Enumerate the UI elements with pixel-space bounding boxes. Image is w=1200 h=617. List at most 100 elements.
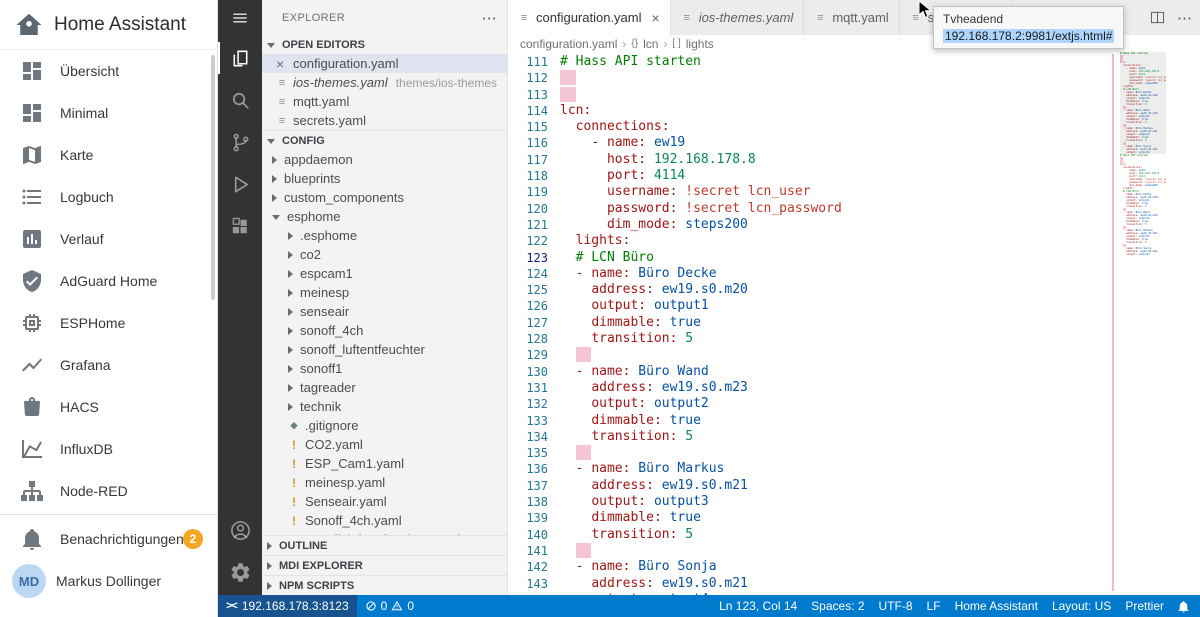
source-control-icon[interactable]: [218, 121, 262, 163]
code-text: output: output3: [591, 494, 709, 510]
tree-item-senseair.yaml[interactable]: ! Senseair.yaml: [262, 492, 507, 511]
status-home-assistant[interactable]: Home Assistant: [948, 599, 1045, 613]
code-text: transition: 5: [591, 428, 694, 444]
section-npm-scripts[interactable]: NPM SCRIPTS: [262, 575, 507, 595]
tree-item-meinesp[interactable]: meinesp: [262, 283, 507, 302]
minimap-slider[interactable]: [1120, 52, 1166, 154]
breadcrumb-item-lights[interactable]: lights: [686, 37, 714, 51]
tree-item-esphome[interactable]: esphome: [262, 207, 507, 226]
sidebar-item-logbuch[interactable]: Logbuch: [0, 176, 217, 218]
files-icon[interactable]: [218, 37, 262, 79]
section-label: NPM SCRIPTS: [279, 579, 355, 592]
tree-item-sonoff-4ch[interactable]: sonoff_4ch: [262, 321, 507, 340]
tree-item-label: sonoff_luftentfeuchter: [300, 342, 425, 357]
open-editors-header[interactable]: OPEN EDITORS: [262, 35, 507, 54]
status-layout-us[interactable]: Layout: US: [1045, 599, 1118, 613]
notifications-bell-icon[interactable]: [1171, 600, 1200, 613]
close-icon[interactable]: ×: [652, 10, 660, 26]
tree-item-appdaemon[interactable]: appdaemon: [262, 150, 507, 169]
code-editor[interactable]: 111 # Hass API starten 112 113 114 lcn: 115 …: [508, 52, 1200, 595]
minimap[interactable]: # Hass API starten lcn: connections: - n…: [1120, 52, 1166, 595]
menu-icon[interactable]: [218, 3, 262, 33]
sidebar-item-übersicht[interactable]: Übersicht: [0, 50, 217, 92]
status-prettier[interactable]: Prettier: [1118, 599, 1171, 613]
open-editor-mqtt.yaml[interactable]: ≡ mqtt.yaml: [262, 92, 507, 111]
sidebar-item-hacs[interactable]: HACS: [0, 386, 217, 428]
tree-item-co2.yaml[interactable]: ! CO2.yaml: [262, 435, 507, 454]
close-icon[interactable]: ×: [276, 57, 288, 71]
sidebar-item-user[interactable]: MD Markus Dollinger: [0, 560, 217, 602]
link-tooltip: Tvheadend 192.168.178.2:9981/extjs.html#: [933, 6, 1125, 49]
views-more-icon[interactable]: ⋯: [482, 9, 497, 27]
search-icon[interactable]: [218, 79, 262, 121]
tree-item-espcam1[interactable]: espcam1: [262, 264, 507, 283]
shield-icon: [20, 269, 44, 293]
sidebar-item-grafana[interactable]: Grafana: [0, 344, 217, 386]
sidebar-item-minimal[interactable]: Minimal: [0, 92, 217, 134]
open-editor-ios-themes.yaml[interactable]: ≡ ios-themes.yaml themes/ios-themes: [262, 73, 507, 92]
home-assistant-logo-icon[interactable]: [14, 10, 44, 40]
settings-gear-icon[interactable]: [218, 551, 262, 593]
sidebar-item-label: Logbuch: [60, 189, 114, 205]
tree-item-co2[interactable]: co2: [262, 245, 507, 264]
line-number: 124: [526, 266, 548, 281]
debug-icon[interactable]: [218, 163, 262, 205]
chevron-right-icon: [267, 541, 272, 550]
sidebar-item-esphome[interactable]: ESPHome: [0, 302, 217, 344]
tree-item-sonoff-luftentfeuchter[interactable]: sonoff_luftentfeuchter: [262, 340, 507, 359]
tree-item-esp-cam1.yaml[interactable]: ! ESP_Cam1.yaml: [262, 454, 507, 473]
tab-ios-themes.yaml[interactable]: ≡ ios-themes.yaml: [670, 0, 805, 35]
tab-configuration.yaml[interactable]: ≡ configuration.yaml ×: [508, 0, 671, 35]
tree-item-blueprints[interactable]: blueprints: [262, 169, 507, 188]
chip-icon: [20, 311, 44, 335]
error-count: 0: [380, 599, 388, 613]
config-section-header[interactable]: CONFIG: [262, 130, 507, 150]
sidebar-item-karte[interactable]: Karte: [0, 134, 217, 176]
open-editor-secrets.yaml[interactable]: ≡ secrets.yaml: [262, 111, 507, 130]
file-icon: ≡: [278, 114, 286, 127]
section-label: CONFIG: [282, 134, 325, 147]
file-tree: appdaemon blueprints custom_components esph…: [262, 150, 507, 549]
code-line: 140 transition: 5: [508, 527, 1110, 543]
tree-item-custom-components[interactable]: custom_components: [262, 188, 507, 207]
section-outline[interactable]: OUTLINE: [262, 535, 507, 555]
tree-item-.esphome[interactable]: .esphome: [262, 226, 507, 245]
tree-item-.gitignore[interactable]: ◆ .gitignore: [262, 416, 507, 435]
remote-indicator[interactable]: >< 192.168.178.3:8123: [218, 595, 357, 617]
extensions-icon[interactable]: [218, 205, 262, 247]
tab-mqtt.yaml[interactable]: ≡ mqtt.yaml: [804, 0, 900, 35]
tree-item-sonoff1[interactable]: sonoff1: [262, 359, 507, 378]
tree-item-sonoff-4ch.yaml[interactable]: ! Sonoff_4ch.yaml: [262, 511, 507, 530]
status-utf-8[interactable]: UTF-8: [872, 599, 920, 613]
sidebar-item-node-red[interactable]: Node-RED: [0, 470, 217, 512]
sidebar-item-adguard-home[interactable]: AdGuard Home: [0, 260, 217, 302]
status-lf[interactable]: LF: [920, 599, 948, 613]
open-editors-list: × configuration.yaml ≡ ios-themes.yaml theme…: [262, 54, 507, 130]
account-icon[interactable]: [218, 509, 262, 551]
code-line: 137 address: ew19.s0.m21: [508, 478, 1110, 494]
more-actions-icon[interactable]: ⋯: [1177, 9, 1192, 27]
code-text: # Hass API starten: [560, 54, 701, 69]
chevron-right-icon: [288, 231, 293, 240]
status-ln-123-col-14[interactable]: Ln 123, Col 14: [712, 599, 804, 613]
problems-indicator[interactable]: 0 0: [357, 599, 422, 613]
breadcrumb-separator-icon: ›: [663, 36, 668, 51]
status-spaces-2[interactable]: Spaces: 2: [804, 599, 871, 613]
sidebar-item-verlauf[interactable]: Verlauf: [0, 218, 217, 260]
yaml-file-icon: !: [292, 475, 296, 490]
breadcrumb-item-configuration.yaml[interactable]: configuration.yaml: [520, 37, 617, 51]
section-mdi-explorer[interactable]: MDI EXPLORER: [262, 555, 507, 575]
code-line: 122 lights:: [508, 233, 1110, 249]
line-number: 140: [526, 527, 548, 542]
sidebar-item-influxdb[interactable]: InfluxDB: [0, 428, 217, 470]
tree-item-tagreader[interactable]: tagreader: [262, 378, 507, 397]
tree-item-meinesp.yaml[interactable]: ! meinesp.yaml: [262, 473, 507, 492]
breadcrumb-item-lcn[interactable]: lcn: [643, 37, 658, 51]
split-editor-icon[interactable]: [1150, 10, 1165, 25]
sidebar-item-benachrichtigungen[interactable]: Benachrichtigungen 2: [0, 518, 217, 560]
open-editor-configuration.yaml[interactable]: × configuration.yaml: [262, 54, 507, 73]
tree-item-senseair[interactable]: senseair: [262, 302, 507, 321]
tree-item-technik[interactable]: technik: [262, 397, 507, 416]
ha-sidebar-scrollbar[interactable]: [211, 55, 215, 300]
code-line: 111 # Hass API starten: [508, 54, 1110, 70]
